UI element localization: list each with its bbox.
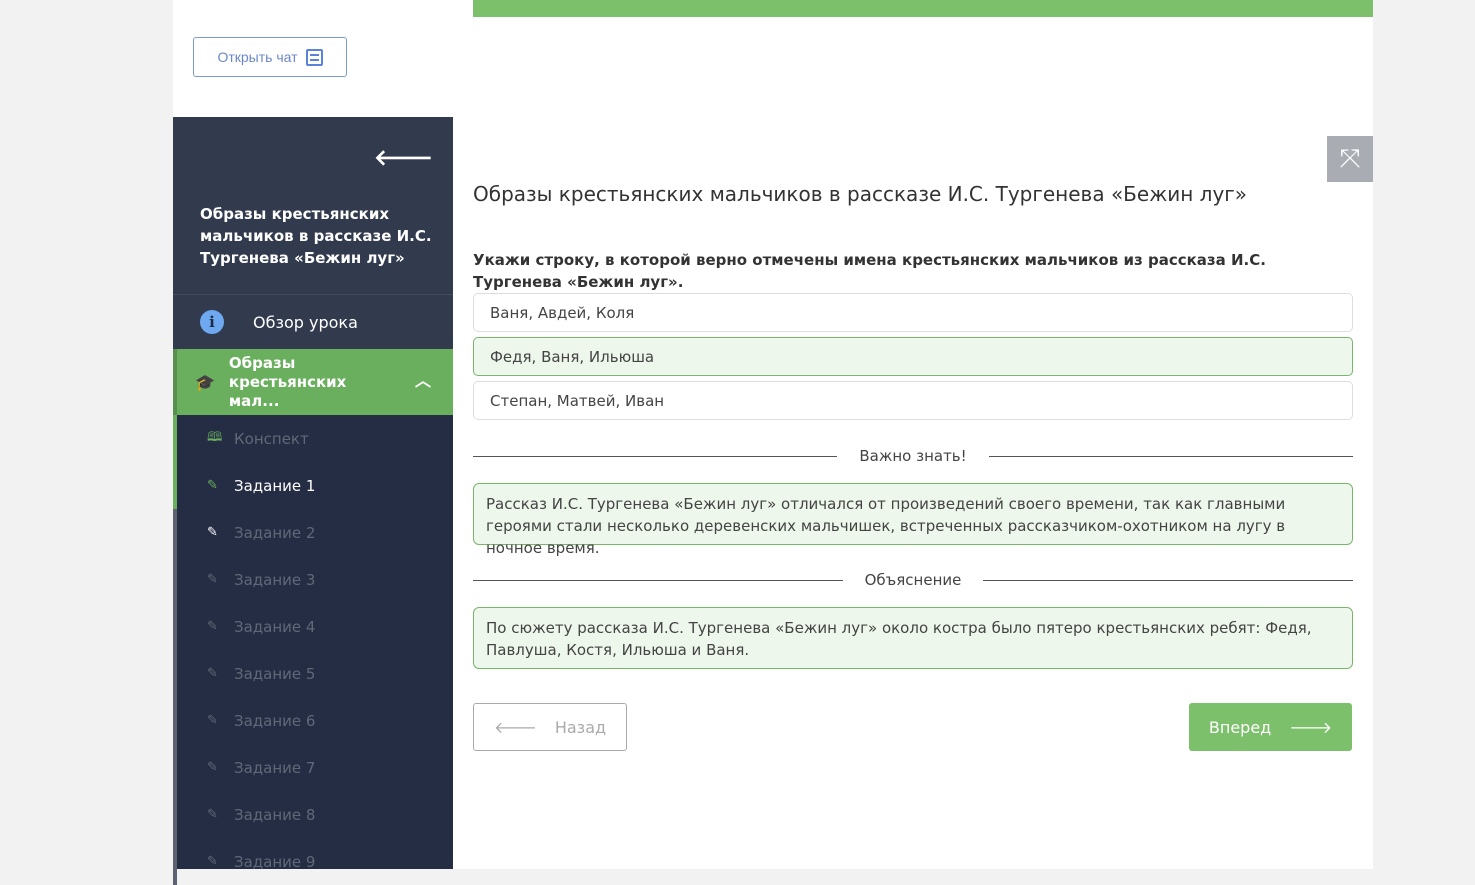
item-label: Задание 6 bbox=[234, 711, 316, 730]
sidebar-item-task-1[interactable]: ✎ Задание 1 bbox=[177, 462, 453, 509]
item-label: Задание 3 bbox=[234, 570, 316, 589]
answer-option[interactable]: Степан, Матвей, Иван bbox=[473, 381, 1353, 420]
item-label: Задание 4 bbox=[234, 617, 316, 636]
edit-icon: ✎ bbox=[207, 760, 218, 775]
edit-icon: ✎ bbox=[207, 619, 218, 634]
sidebar-item-task-8[interactable]: ✎ Задание 8 bbox=[177, 791, 453, 838]
book-icon: 🕮 bbox=[207, 429, 223, 445]
sidebar-item-task-4[interactable]: ✎ Задание 4 bbox=[177, 603, 453, 650]
graduation-cap-icon: 🎓 bbox=[195, 372, 215, 392]
open-chat-label: Открыть чат bbox=[217, 49, 298, 65]
edit-icon: ✎ bbox=[207, 666, 218, 681]
next-label: Вперед bbox=[1208, 717, 1272, 737]
sidebar-items: 🕮 Конспект ✎ Задание 1 ✎ Задание 2 ✎ Задание… bbox=[173, 415, 453, 885]
progress-indicator bbox=[173, 415, 177, 509]
answer-option-selected[interactable]: Федя, Ваня, Ильюша bbox=[473, 337, 1353, 376]
lesson-title: Образы крестьянских мальчиков в рассказе… bbox=[200, 205, 432, 267]
sidebar: 🡐 Образы крестьянских мальчиков в расска… bbox=[173, 117, 453, 885]
item-label: Задание 1 bbox=[234, 476, 316, 495]
sidebar-item-task-9[interactable]: ✎ Задание 9 bbox=[177, 838, 453, 885]
edit-icon: ✎ bbox=[207, 525, 218, 540]
item-label: Конспект bbox=[234, 429, 309, 448]
item-label: Задание 5 bbox=[234, 664, 316, 683]
page-title: Образы крестьянских мальчиков в рассказе… bbox=[473, 182, 1248, 206]
top-banner bbox=[473, 0, 1373, 17]
page: Открыть чат 🡐 Образы крестьянских мальчи… bbox=[173, 0, 1373, 885]
arrow-right-icon: 🡒 bbox=[1289, 718, 1333, 737]
answer-option[interactable]: Ваня, Авдей, Коля bbox=[473, 293, 1353, 332]
edit-icon: ✎ bbox=[207, 807, 218, 822]
sidebar-item-task-6[interactable]: ✎ Задание 6 bbox=[177, 697, 453, 744]
back-button[interactable]: 🡐 Назад bbox=[473, 703, 627, 751]
sidebar-item-task-5[interactable]: ✎ Задание 5 bbox=[177, 650, 453, 697]
explanation-box: По сюжету рассказа И.С. Тургенева «Бежин… bbox=[473, 607, 1353, 669]
info-icon: i bbox=[200, 310, 224, 334]
chevron-up-icon[interactable]: ︿ bbox=[415, 371, 431, 390]
sidebar-item-task-2[interactable]: ✎ Задание 2 bbox=[177, 509, 453, 556]
edit-icon: ✎ bbox=[207, 572, 218, 587]
sidebar-module[interactable]: 🎓 Образы крестьянских мал... ︿ bbox=[173, 349, 453, 415]
sidebar-item-task-7[interactable]: ✎ Задание 7 bbox=[177, 744, 453, 791]
important-label: Важно знать! bbox=[859, 447, 967, 465]
item-label: Задание 2 bbox=[234, 523, 316, 542]
item-label: Задание 8 bbox=[234, 805, 316, 824]
edit-icon: ✎ bbox=[207, 854, 218, 869]
next-button[interactable]: Вперед 🡒 bbox=[1189, 703, 1352, 751]
question-text: Укажи строку, в которой верно отмечены и… bbox=[473, 251, 1266, 291]
arrow-left-icon: 🡐 bbox=[493, 718, 537, 737]
module-label: Образы крестьянских мал... bbox=[228, 353, 347, 410]
item-label: Задание 7 bbox=[234, 758, 316, 777]
sidebar-header: 🡐 Образы крестьянских мальчиков в расска… bbox=[173, 117, 453, 295]
important-divider: Важно знать! bbox=[473, 446, 1354, 466]
sidebar-item-overview[interactable]: i Обзор урока bbox=[173, 295, 453, 349]
important-box: Рассказ И.С. Тургенева «Бежин луг» отлич… bbox=[473, 483, 1353, 557]
edit-icon: ✎ bbox=[207, 478, 218, 493]
item-label: Задание 9 bbox=[234, 852, 316, 871]
fullscreen-icon[interactable]: ⤧ bbox=[1327, 136, 1373, 182]
edit-icon: ✎ bbox=[207, 713, 218, 728]
back-label: Назад bbox=[554, 717, 607, 737]
arrow-left-icon[interactable]: 🡐 bbox=[374, 145, 433, 171]
chat-icon bbox=[305, 48, 323, 66]
sidebar-item-konspekt[interactable]: 🕮 Конспект bbox=[177, 415, 453, 462]
sidebar-item-task-3[interactable]: ✎ Задание 3 bbox=[177, 556, 453, 603]
explanation-divider: Объяснение bbox=[473, 570, 1353, 590]
open-chat-button[interactable]: Открыть чат bbox=[193, 37, 347, 77]
overview-label: Обзор урока bbox=[253, 312, 358, 332]
explanation-label: Объяснение bbox=[864, 571, 962, 589]
